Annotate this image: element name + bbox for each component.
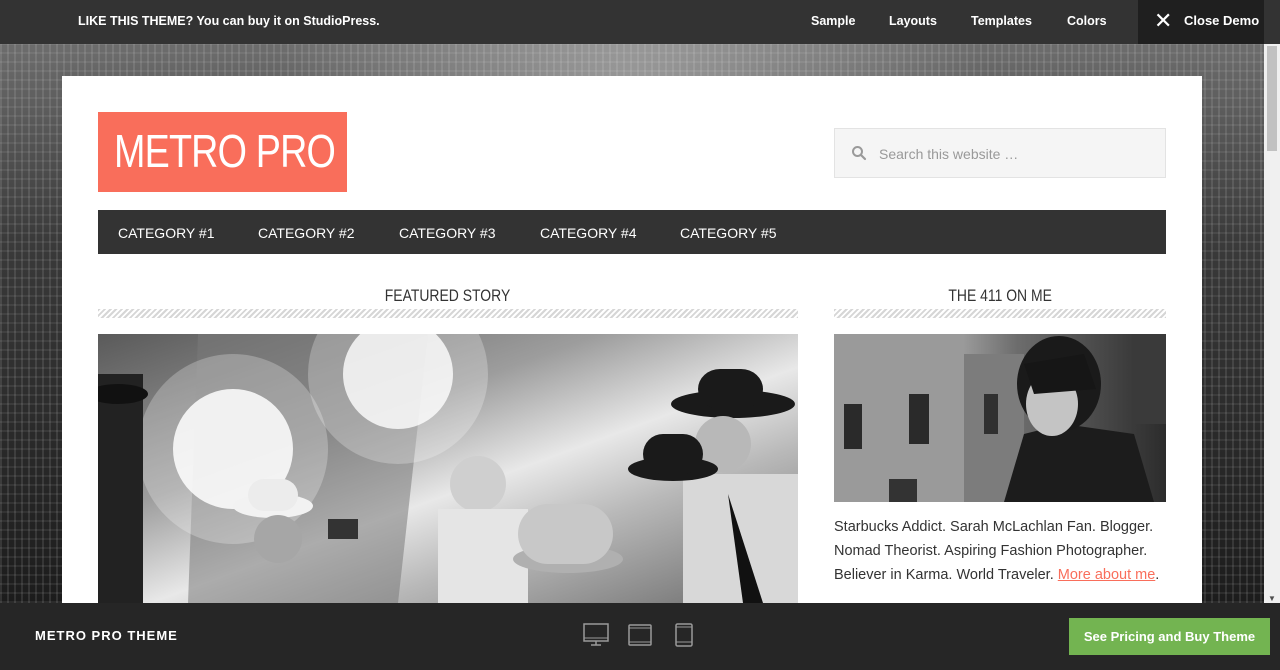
bio-text: Starbucks Addict. Sarah McLachlan Fan. B… bbox=[834, 515, 1174, 587]
buy-theme-button[interactable]: See Pricing and Buy Theme bbox=[1069, 618, 1270, 655]
theme-name: METRO PRO THEME bbox=[35, 628, 178, 643]
more-about-me-link[interactable]: More about me bbox=[1058, 567, 1156, 583]
featured-photo-art bbox=[98, 334, 798, 603]
demo-topbar: LIKE THIS THEME? You can buy it on Studi… bbox=[0, 0, 1280, 44]
demo-bottombar: METRO PRO THEME See Pricing and Buy Them… bbox=[0, 603, 1280, 670]
scrollbar[interactable]: ▼ bbox=[1264, 44, 1280, 603]
topnav-sample[interactable]: Sample bbox=[811, 14, 855, 28]
site-logo-text: METRO PRO bbox=[114, 125, 336, 177]
close-icon: ✕ bbox=[1154, 8, 1173, 33]
nav-category-1[interactable]: CATEGORY #1 bbox=[118, 225, 214, 241]
bio-period: . bbox=[1155, 567, 1160, 583]
close-demo-button[interactable]: ✕ Close Demo bbox=[1138, 0, 1264, 44]
heading-divider bbox=[98, 309, 798, 318]
tablet-landscape-icon[interactable] bbox=[628, 623, 652, 647]
sidebar-heading: THE 411 ON ME bbox=[834, 286, 1166, 306]
nav-category-3[interactable]: CATEGORY #3 bbox=[399, 225, 495, 241]
nav-category-5[interactable]: CATEGORY #5 bbox=[680, 225, 776, 241]
site-container: METRO PRO CATEGORY #1 CATEGORY #2 CATEGO… bbox=[62, 76, 1202, 603]
scroll-down-arrow[interactable]: ▼ bbox=[1268, 594, 1276, 603]
site-logo[interactable]: METRO PRO bbox=[98, 112, 347, 192]
nav-category-4[interactable]: CATEGORY #4 bbox=[540, 225, 636, 241]
search-icon bbox=[852, 146, 867, 161]
topnav-templates[interactable]: Templates bbox=[971, 14, 1032, 28]
nav-category-2[interactable]: CATEGORY #2 bbox=[258, 225, 354, 241]
category-nav: CATEGORY #1 CATEGORY #2 CATEGORY #3 CATE… bbox=[98, 210, 1166, 254]
featured-story-heading: FEATURED STORY bbox=[98, 286, 798, 306]
search-input[interactable] bbox=[879, 141, 1149, 167]
sidebar-heading-divider bbox=[834, 309, 1166, 318]
featured-story-image[interactable] bbox=[98, 334, 798, 603]
close-demo-label: Close Demo bbox=[1184, 13, 1260, 28]
topnav-colors[interactable]: Colors bbox=[1067, 14, 1107, 28]
scrollbar-thumb[interactable] bbox=[1267, 46, 1277, 151]
sidebar-title: THE 411 ON ME bbox=[948, 286, 1052, 305]
topnav-layouts[interactable]: Layouts bbox=[889, 14, 937, 28]
search-box[interactable] bbox=[834, 128, 1166, 178]
tablet-portrait-icon[interactable] bbox=[675, 623, 693, 647]
desktop-icon[interactable] bbox=[583, 623, 609, 647]
profile-photo-art bbox=[834, 334, 1166, 502]
profile-image[interactable] bbox=[834, 334, 1166, 502]
featured-story-title: FEATURED STORY bbox=[385, 286, 511, 305]
promo-text[interactable]: LIKE THIS THEME? You can buy it on Studi… bbox=[78, 14, 380, 28]
